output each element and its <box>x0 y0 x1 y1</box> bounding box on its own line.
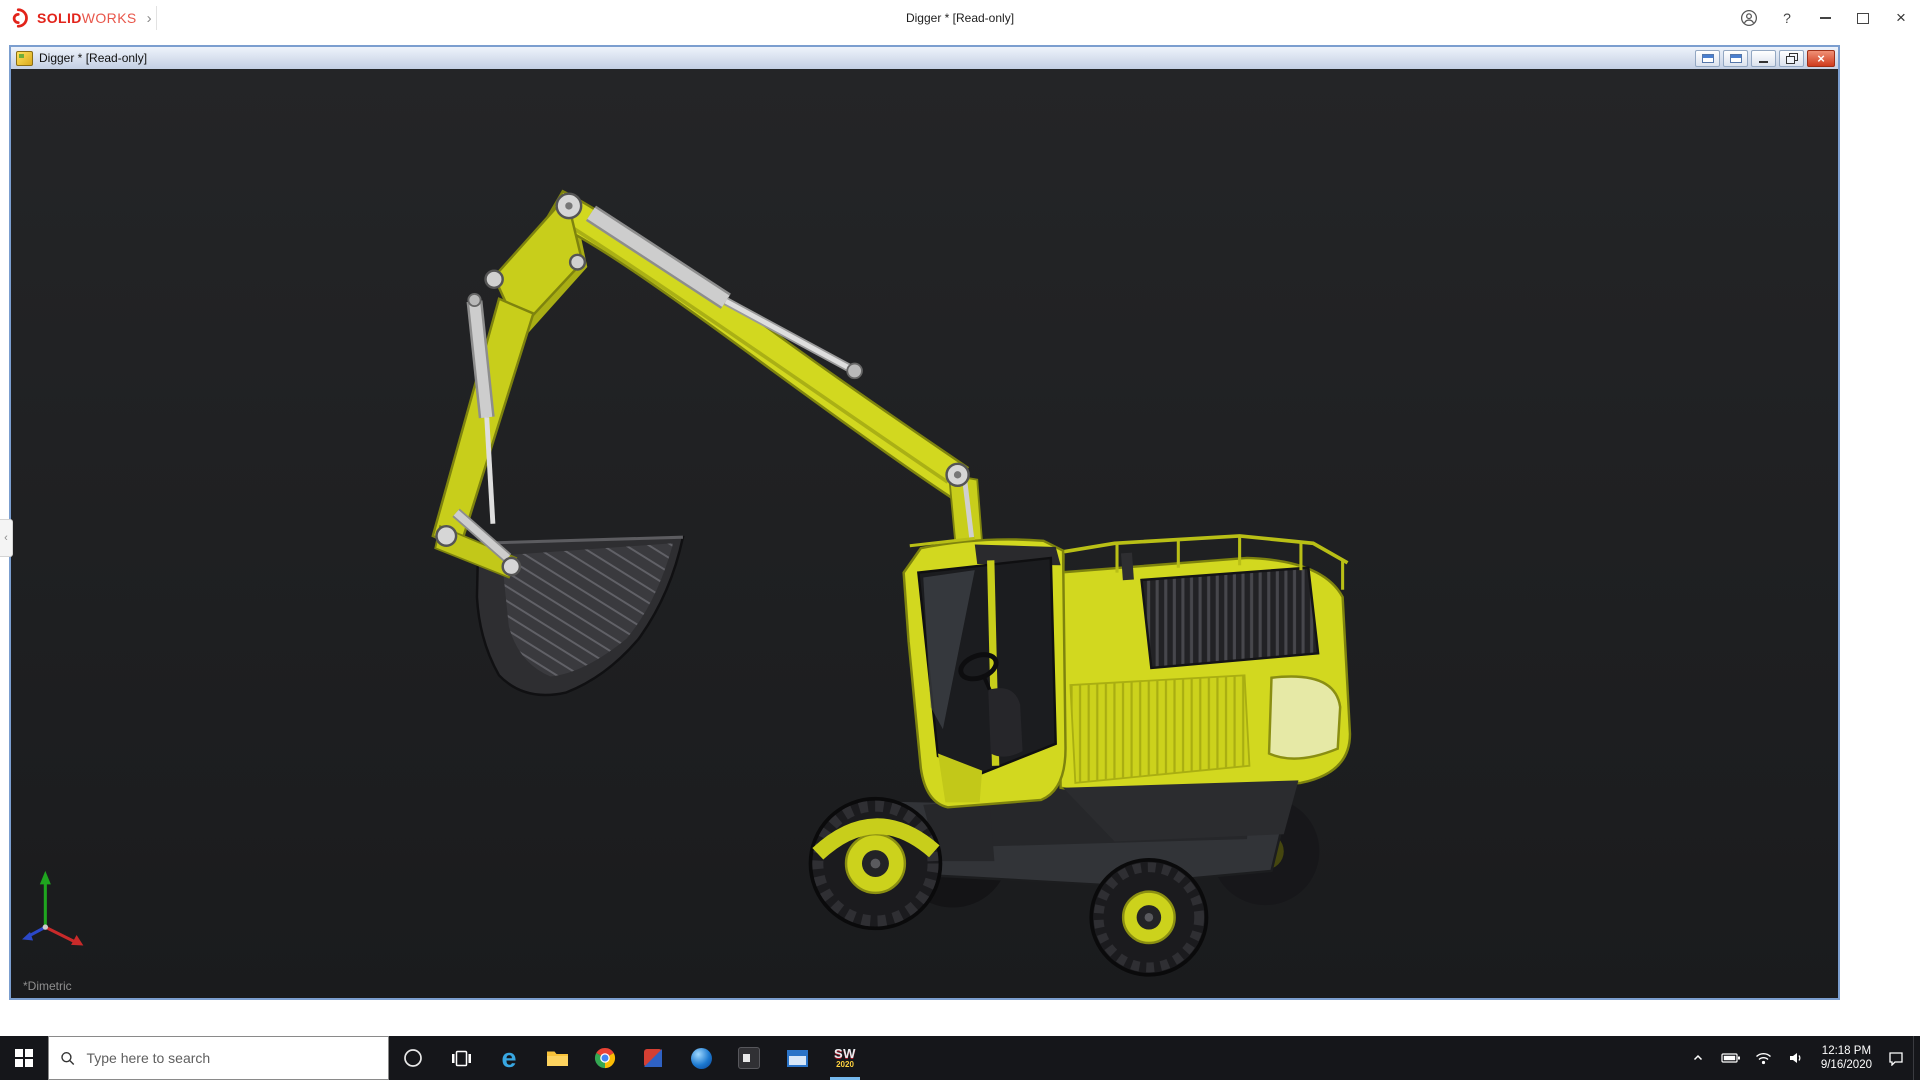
assembly-document-icon <box>16 50 33 66</box>
volume-button[interactable] <box>1781 1036 1813 1080</box>
task-view-icon <box>451 1050 471 1066</box>
document-window-buttons: × <box>1695 49 1835 67</box>
solidworks-2020-icon: SW 2020 <box>834 1046 856 1069</box>
taskbar-app-button-2[interactable] <box>677 1036 725 1080</box>
cortana-button[interactable] <box>389 1036 437 1080</box>
search-input[interactable] <box>84 1049 377 1067</box>
file-explorer-icon <box>546 1051 568 1066</box>
maximize-button[interactable] <box>1844 0 1882 36</box>
doc-restore-button[interactable] <box>1779 49 1804 67</box>
document-window: Digger * [Read-only] × *Dimetric <box>9 45 1840 1000</box>
app-window-title: Digger * [Read-only] <box>905 11 1015 25</box>
solidworks-logo[interactable]: SOLIDWORKS <box>0 0 143 36</box>
speaker-icon <box>1789 1053 1801 1063</box>
windows-taskbar: e SW 2020 <box>0 1036 1920 1080</box>
action-center-icon <box>1889 1051 1903 1066</box>
graphics-viewport[interactable]: *Dimetric <box>11 69 1838 998</box>
orientation-triad <box>22 870 84 946</box>
minimize-icon <box>1759 60 1768 63</box>
front-left-wheel[interactable] <box>808 796 943 931</box>
cortana-icon <box>404 1049 422 1067</box>
blue-window-app-icon <box>786 1049 808 1067</box>
help-icon[interactable]: ? <box>1768 0 1806 36</box>
collapsed-panel-tab[interactable]: ‹ <box>0 519 13 557</box>
solidworks-ds-icon <box>12 8 28 28</box>
wifi-icon <box>1756 1052 1772 1064</box>
window-tile-icon <box>1729 53 1742 63</box>
front-right-wheel[interactable] <box>1089 858 1209 977</box>
doc-tile-button-1[interactable] <box>1695 49 1720 67</box>
seat <box>988 688 1023 757</box>
battery-button[interactable] <box>1715 1036 1747 1080</box>
taskbar-app-button-4[interactable] <box>773 1036 821 1080</box>
menu-expand-arrow-icon[interactable]: › <box>143 11 156 26</box>
chrome-icon <box>594 1047 616 1069</box>
boom-assembly[interactable] <box>431 189 984 579</box>
window-tile-icon <box>1701 53 1714 63</box>
file-explorer-button[interactable] <box>533 1036 581 1080</box>
taskbar-clock[interactable]: 12:18 PM 9/16/2020 <box>1814 1044 1879 1072</box>
show-desktop-button[interactable] <box>1913 1036 1920 1080</box>
upper-body[interactable] <box>1055 534 1352 842</box>
dark-app-icon <box>738 1047 760 1069</box>
minimize-button[interactable] <box>1806 0 1844 36</box>
titlebar-separator <box>155 6 157 30</box>
maximize-icon <box>1857 12 1869 24</box>
cab[interactable] <box>902 536 1067 809</box>
task-view-button[interactable] <box>437 1036 485 1080</box>
windows-logo-icon <box>15 1049 33 1067</box>
doc-close-button[interactable]: × <box>1807 49 1835 67</box>
clock-time: 12:18 PM <box>1821 1045 1872 1057</box>
clock-date: 9/16/2020 <box>1820 1059 1872 1071</box>
account-icon[interactable] <box>1730 0 1768 36</box>
minimize-icon <box>1819 17 1831 19</box>
taskbar-app-button-3[interactable] <box>725 1036 773 1080</box>
document-titlebar[interactable]: Digger * [Read-only] × <box>11 47 1838 70</box>
search-icon <box>61 1051 75 1065</box>
system-tray: 12:18 PM 9/16/2020 <box>1682 1036 1920 1080</box>
brand-text: SOLIDWORKS <box>37 10 137 26</box>
battery-icon <box>1721 1053 1740 1063</box>
chrome-button[interactable] <box>581 1036 629 1080</box>
doc-tile-button-2[interactable] <box>1723 49 1748 67</box>
red-blue-app-icon <box>644 1049 662 1067</box>
document-title: Digger * [Read-only] <box>39 51 148 65</box>
excavator-3d-model <box>22 189 1352 977</box>
view-orientation-label: *Dimetric <box>23 979 72 993</box>
start-button[interactable] <box>0 1036 48 1080</box>
network-button[interactable] <box>1748 1036 1780 1080</box>
app-titlebar: SOLIDWORKS › Digger * [Read-only] ? × <box>0 0 1920 36</box>
edge-icon: e <box>501 1042 517 1073</box>
doc-minimize-button[interactable] <box>1751 49 1776 67</box>
close-button[interactable]: × <box>1882 0 1920 36</box>
taskbar-search-box[interactable] <box>48 1036 389 1080</box>
blue-sphere-app-icon <box>690 1047 712 1069</box>
taskbar-app-button-1[interactable] <box>629 1036 677 1080</box>
app-window-controls: ? × <box>1730 0 1920 36</box>
chevron-up-icon <box>1693 1054 1702 1061</box>
restore-icon <box>1785 52 1798 64</box>
action-center-button[interactable] <box>1880 1036 1912 1080</box>
solidworks-taskbar-button[interactable]: SW 2020 <box>821 1036 869 1080</box>
edge-button[interactable]: e <box>485 1036 533 1080</box>
tray-overflow-button[interactable] <box>1682 1036 1714 1080</box>
